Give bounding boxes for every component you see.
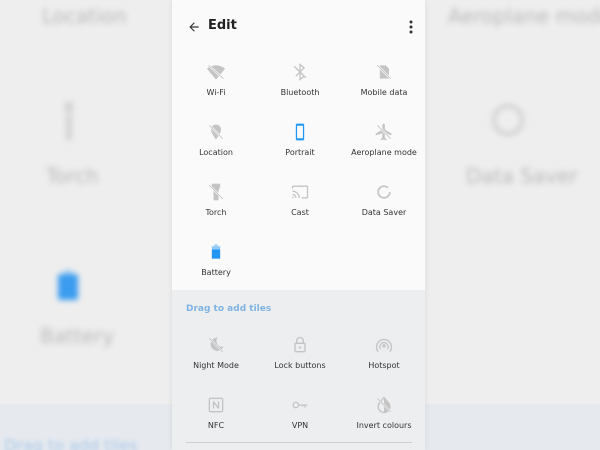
tile-label: Cast: [291, 208, 309, 217]
torch-icon: [206, 182, 226, 202]
edit-panel: Edit Wi-Fi Bluetooth Mobile data Locatio…: [172, 0, 425, 450]
tile-label: Torch: [205, 208, 227, 217]
tile-label: Location: [199, 148, 233, 157]
arrow-back-icon: [189, 22, 199, 32]
bg-label-battery: Battery: [40, 324, 115, 348]
airplane-icon: [374, 122, 394, 142]
invert-colours-icon: [374, 395, 394, 415]
bg-label-torch: Torch: [46, 164, 99, 188]
nfc-icon: [206, 395, 226, 415]
tile-label: NFC: [207, 421, 225, 430]
tile-location[interactable]: Location: [174, 118, 258, 174]
tile-night-mode[interactable]: Night Mode: [174, 331, 258, 387]
tile-nfc[interactable]: NFC: [174, 391, 258, 447]
portrait-icon: [290, 122, 310, 142]
lock-icon: [290, 335, 310, 355]
mobile-data-off-icon: [374, 62, 394, 82]
drag-section-title: Drag to add tiles: [186, 304, 272, 314]
back-button[interactable]: [182, 15, 206, 39]
location-off-icon: [206, 122, 226, 142]
tile-label: VPN: [291, 421, 309, 430]
vpn-key-icon: [290, 395, 310, 415]
tile-cast[interactable]: Cast: [258, 178, 342, 234]
tile-invert-colours[interactable]: Invert colours: [342, 391, 425, 447]
tile-label: Hotspot: [368, 361, 400, 370]
hotspot-icon: [374, 335, 394, 355]
tile-battery[interactable]: Battery: [174, 238, 258, 294]
tile-label: Lock buttons: [274, 361, 326, 370]
tile-data-saver[interactable]: Data Saver: [342, 178, 425, 234]
tile-aeroplane-mode[interactable]: Aeroplane mode: [342, 118, 425, 174]
tile-label: Portrait: [285, 148, 315, 157]
bg-battery-icon: [56, 270, 80, 300]
tile-vpn[interactable]: VPN: [258, 391, 342, 447]
tile-label: Mobile data: [360, 88, 408, 97]
wifi-off-icon: [206, 62, 226, 82]
tile-wifi[interactable]: Wi-Fi: [174, 58, 258, 114]
tile-label: Invert colours: [356, 421, 412, 430]
data-saver-icon: [374, 182, 394, 202]
bg-torch-icon: [62, 102, 76, 142]
bg-label-location: Location: [42, 4, 127, 28]
divider: [186, 442, 412, 443]
tile-label: Night Mode: [193, 361, 239, 370]
app-bar: Edit: [172, 0, 425, 52]
bg-label-aeroplane: Aeroplane mode: [448, 4, 600, 28]
page-title: Edit: [208, 18, 237, 33]
tile-lock-buttons[interactable]: Lock buttons: [258, 331, 342, 387]
bg-label-drag: Drag to add tiles: [4, 436, 138, 450]
tile-bluetooth[interactable]: Bluetooth: [258, 58, 342, 114]
tile-torch[interactable]: Torch: [174, 178, 258, 234]
tile-label: Battery: [201, 268, 231, 277]
tile-mobile-data[interactable]: Mobile data: [342, 58, 425, 114]
more-vert-icon: [409, 20, 413, 34]
bg-label-data-saver: Data Saver: [466, 164, 578, 188]
bg-data-saver-icon: [490, 102, 526, 138]
bluetooth-off-icon: [290, 62, 310, 82]
tile-hotspot[interactable]: Hotspot: [342, 331, 425, 387]
tile-label: Aeroplane mode: [351, 148, 417, 157]
battery-icon: [206, 242, 226, 262]
tile-portrait[interactable]: Portrait: [258, 118, 342, 174]
cast-icon: [290, 182, 310, 202]
night-mode-icon: [206, 335, 226, 355]
tile-label: Bluetooth: [280, 88, 320, 97]
overflow-menu-button[interactable]: [403, 15, 419, 39]
tile-label: Wi-Fi: [206, 88, 226, 97]
tile-label: Data Saver: [361, 208, 407, 217]
